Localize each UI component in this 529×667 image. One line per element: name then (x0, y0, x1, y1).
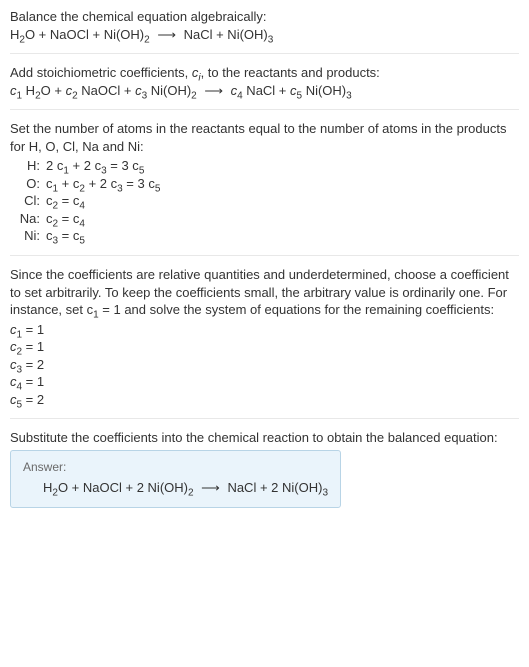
subscript: 5 (79, 236, 85, 247)
section-balance-intro: Balance the chemical equation algebraica… (10, 8, 519, 54)
t: = c (58, 211, 79, 226)
element-eq: 2 c1 + 2 c3 = 3 c5 (46, 157, 144, 175)
section-text: Substitute the coefficients into the che… (10, 429, 519, 447)
arrow-icon: ⟶ (197, 479, 224, 497)
arrow-icon: ⟶ (200, 82, 227, 100)
t: + c (58, 176, 79, 191)
element-label: H: (14, 157, 46, 175)
element-eq: c2 = c4 (46, 192, 85, 210)
subscript: 3 (268, 34, 274, 45)
coeff-line: c1 = 1 (10, 321, 519, 339)
atoms-row-ni: Ni: c3 = c5 (14, 227, 519, 245)
unbalanced-equation: H2O + NaOCl + Ni(OH)2 ⟶ NaCl + Ni(OH)3 (10, 26, 519, 44)
eq-part: Ni(OH) (147, 83, 191, 98)
coeff-equation: c1 H2O + c2 NaOCl + c3 Ni(OH)2 ⟶ c4 NaCl… (10, 82, 519, 100)
answer-label: Answer: (23, 459, 328, 475)
subscript: 3 (346, 90, 352, 101)
coeff-line: c4 = 1 (10, 373, 519, 391)
val: = 1 (22, 374, 44, 389)
balanced-equation: H2O + NaOCl + 2 Ni(OH)2 ⟶ NaCl + 2 Ni(OH… (23, 479, 328, 497)
eq-part: O + NaOCl + 2 Ni(OH) (58, 480, 188, 495)
eq-part: O + NaOCl + Ni(OH) (25, 27, 144, 42)
element-eq: c1 + c2 + 2 c3 = 3 c5 (46, 175, 160, 193)
text: = 1 and solve the system of equations fo… (99, 302, 494, 317)
section-add-coefficients: Add stoichiometric coefficients, ci, to … (10, 64, 519, 110)
eq-part: NaOCl + (78, 83, 135, 98)
arrow-icon: ⟶ (153, 26, 180, 44)
t: 2 c (46, 158, 63, 173)
answer-box: Answer: H2O + NaOCl + 2 Ni(OH)2 ⟶ NaCl +… (10, 450, 341, 508)
t: = c (58, 193, 79, 208)
t: + 2 c (69, 158, 101, 173)
coeff-line: c2 = 1 (10, 338, 519, 356)
eq-part: H (43, 480, 52, 495)
coeff-line: c3 = 2 (10, 356, 519, 374)
eq-part: NaCl + 2 Ni(OH) (227, 480, 322, 495)
val: = 1 (22, 322, 44, 337)
element-eq: c2 = c4 (46, 210, 85, 228)
text: Add stoichiometric coefficients, (10, 65, 192, 80)
coeff-list: c1 = 1 c2 = 1 c3 = 2 c4 = 1 c5 = 2 (10, 321, 519, 409)
subscript: 2 (144, 34, 150, 45)
val: = 1 (22, 339, 44, 354)
section-solve: Since the coefficients are relative quan… (10, 266, 519, 419)
section-text: Set the number of atoms in the reactants… (10, 120, 519, 155)
atoms-table: H: 2 c1 + 2 c3 = 3 c5 O: c1 + c2 + 2 c3 … (14, 157, 519, 245)
subscript: 5 (155, 183, 161, 194)
t: = 3 c (123, 176, 155, 191)
eq-part: NaCl + Ni(OH) (184, 27, 268, 42)
element-label: Ni: (14, 227, 46, 245)
t: + 2 c (85, 176, 117, 191)
eq-part: H (22, 83, 35, 98)
atoms-row-o: O: c1 + c2 + 2 c3 = 3 c5 (14, 175, 519, 193)
atoms-row-h: H: 2 c1 + 2 c3 = 3 c5 (14, 157, 519, 175)
section-text: Since the coefficients are relative quan… (10, 266, 519, 319)
val: = 2 (22, 392, 44, 407)
val: = 2 (22, 357, 44, 372)
subscript: 2 (188, 488, 194, 499)
atoms-row-na: Na: c2 = c4 (14, 210, 519, 228)
section-title: Balance the chemical equation algebraica… (10, 8, 519, 26)
text: , to the reactants and products: (201, 65, 380, 80)
coeff-line: c5 = 2 (10, 391, 519, 409)
t: = 3 c (107, 158, 139, 173)
element-label: Cl: (14, 192, 46, 210)
subscript: 2 (191, 90, 197, 101)
section-text: Add stoichiometric coefficients, ci, to … (10, 64, 519, 82)
element-eq: c3 = c5 (46, 227, 85, 245)
section-answer: Substitute the coefficients into the che… (10, 429, 519, 507)
eq-part: O + (41, 83, 66, 98)
t: = c (58, 228, 79, 243)
eq-part: Ni(OH) (302, 83, 346, 98)
atoms-row-cl: Cl: c2 = c4 (14, 192, 519, 210)
section-atom-balance: Set the number of atoms in the reactants… (10, 120, 519, 256)
eq-part: H (10, 27, 19, 42)
element-label: Na: (14, 210, 46, 228)
subscript: 3 (322, 488, 328, 499)
eq-part: NaCl + (243, 83, 290, 98)
element-label: O: (14, 175, 46, 193)
